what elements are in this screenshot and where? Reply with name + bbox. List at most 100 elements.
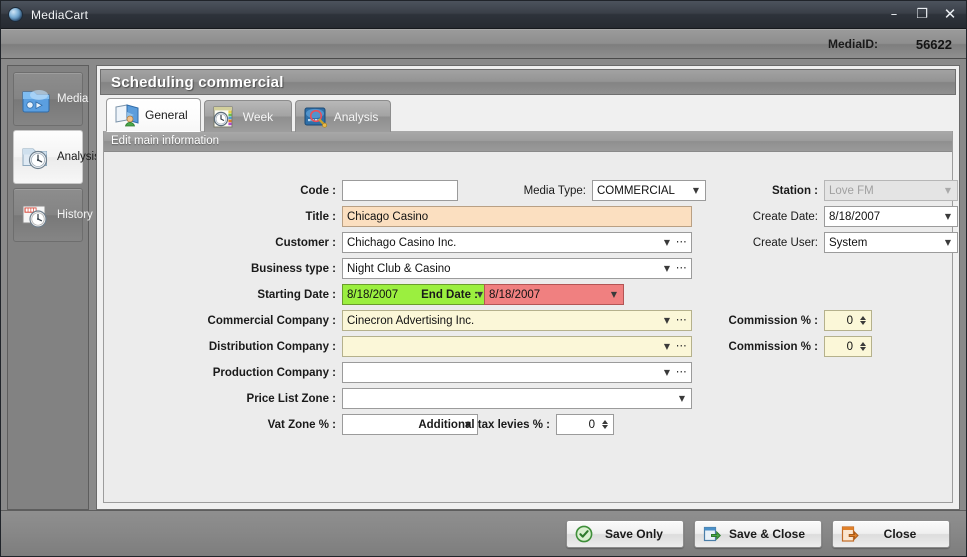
business-type-value: Night Club & Casino: [347, 262, 451, 275]
sidebar-item-label: History: [57, 209, 93, 221]
commission-2-label: Commission % :: [728, 340, 818, 353]
commission-2-spinner[interactable]: 0: [824, 336, 872, 357]
page-title-bar: Scheduling commercial: [100, 69, 956, 95]
field-distribution-company: Distribution Company : ▼ ⋯: [104, 336, 692, 357]
mediaid-label: MediaID:: [827, 37, 878, 51]
end-date-label: End Date :: [421, 288, 478, 301]
sidebar-item-label: Analysis: [57, 151, 100, 163]
commercial-company-value: Cinecron Advertising Inc.: [347, 314, 475, 327]
tab-label: Analysis: [333, 109, 379, 124]
mediaid-bar: MediaID: 56622: [1, 29, 966, 59]
create-user-combo[interactable]: System ▼: [824, 232, 958, 253]
body-area: Media Analysis History Scheduling commer…: [1, 59, 966, 510]
production-company-combo[interactable]: ▼ ⋯: [342, 362, 692, 383]
end-date-value: 8/18/2007: [489, 288, 541, 301]
commission-2-value: 0: [846, 340, 853, 353]
field-production-company: Production Company : ▼ ⋯: [104, 362, 692, 383]
vat-zone-label: Vat Zone % :: [267, 418, 336, 431]
field-price-list-zone: Price List Zone : ▼: [104, 388, 692, 409]
customer-combo[interactable]: Chichago Casino Inc. ▼ ⋯: [342, 232, 692, 253]
create-date-combo[interactable]: 8/18/2007 ▼: [824, 206, 958, 227]
customer-label: Customer :: [275, 236, 336, 249]
media-folder-icon: [19, 83, 53, 115]
field-code: Code :: [104, 180, 458, 201]
title-bar: MediaCart – ❐ ✕: [1, 1, 966, 29]
chevron-down-icon[interactable]: ▼: [675, 394, 689, 403]
globe-icon: [8, 7, 23, 22]
tab-general[interactable]: General: [106, 98, 201, 132]
field-create-user: Create User: System ▼: [646, 232, 958, 253]
distribution-company-label: Distribution Company :: [208, 340, 336, 353]
chevron-down-icon[interactable]: ▼: [941, 212, 955, 221]
business-type-browse-button[interactable]: ⋯: [674, 263, 689, 274]
field-commission-1: Commission % : 0: [624, 310, 872, 331]
chevron-down-icon[interactable]: ▼: [607, 290, 621, 299]
group-header-label: Edit main information: [111, 135, 220, 147]
field-business-type: Business type : Night Club & Casino ▼ ⋯: [104, 258, 692, 279]
window-controls: – ❐ ✕: [880, 4, 964, 26]
field-station: Station : Love FM ▼: [646, 180, 958, 201]
application-window: MediaCart – ❐ ✕ MediaID: 56622 Media Ana…: [0, 0, 967, 557]
footer-bar: Save Only Save & Close Close: [1, 510, 966, 556]
title-value: Chicago Casino: [347, 210, 429, 223]
minimize-button[interactable]: –: [880, 4, 908, 26]
media-type-label: Media Type:: [523, 184, 586, 197]
station-value: Love FM: [829, 184, 874, 197]
field-end-date: End Date : 8/18/2007 ▼: [394, 284, 624, 305]
save-only-label: Save Only: [604, 526, 663, 541]
field-commission-2: Commission % : 0: [624, 336, 872, 357]
station-label: Station :: [772, 184, 818, 197]
sidebar-item-media[interactable]: Media: [13, 72, 88, 126]
create-user-value: System: [829, 236, 868, 249]
code-input[interactable]: [342, 180, 458, 201]
analysis-clock-icon: [19, 141, 53, 173]
save-only-button[interactable]: Save Only: [565, 519, 684, 548]
create-date-value: 8/18/2007: [829, 210, 881, 223]
station-combo: Love FM ▼: [824, 180, 958, 201]
close-button[interactable]: Close: [832, 519, 950, 548]
chevron-down-icon[interactable]: ▼: [660, 264, 674, 273]
tab-analysis[interactable]: Analysis: [294, 100, 392, 132]
chevron-down-icon[interactable]: ▼: [660, 368, 674, 377]
price-list-zone-combo[interactable]: ▼: [342, 388, 692, 409]
week-calendar-icon: [212, 105, 238, 129]
commission-1-label: Commission % :: [728, 314, 818, 327]
title-input[interactable]: Chicago Casino: [342, 206, 692, 227]
sidebar-item-history[interactable]: History: [13, 188, 93, 242]
tab-label: Week: [242, 109, 274, 124]
code-label: Code :: [300, 184, 336, 197]
save-and-close-label: Save & Close: [728, 526, 805, 541]
field-additional-tax: Additional tax levies % : 0: [392, 414, 614, 435]
production-company-browse-button[interactable]: ⋯: [674, 367, 689, 378]
commission-1-value: 0: [846, 314, 853, 327]
sidebar-item-analysis[interactable]: Analysis: [13, 130, 100, 184]
create-user-label: Create User:: [752, 236, 818, 249]
save-and-close-button[interactable]: Save & Close: [693, 519, 822, 548]
additional-tax-spinner[interactable]: 0: [556, 414, 614, 435]
mediaid-value: 56622: [915, 36, 952, 52]
starting-date-label: Starting Date :: [257, 288, 336, 301]
field-title: Title : Chicago Casino: [104, 206, 692, 227]
content-panel: Scheduling commercial General Week Analy…: [96, 65, 960, 510]
close-window-button[interactable]: ✕: [936, 4, 964, 26]
maximize-button[interactable]: ❐: [908, 4, 936, 26]
page-title: Scheduling commercial: [111, 73, 284, 91]
end-date-combo[interactable]: 8/18/2007 ▼: [484, 284, 624, 305]
tab-week[interactable]: Week: [203, 100, 292, 132]
customer-value: Chichago Casino Inc.: [347, 236, 457, 249]
additional-tax-value: 0: [588, 418, 595, 431]
group-header: Edit main information: [104, 131, 952, 152]
save-close-icon: [703, 525, 721, 543]
production-company-label: Production Company :: [212, 366, 336, 379]
history-chart-icon: [19, 199, 53, 231]
commission-1-spinner[interactable]: 0: [824, 310, 872, 331]
spinner-arrows-icon[interactable]: [599, 420, 610, 429]
spinner-arrows-icon[interactable]: [857, 342, 868, 351]
field-customer: Customer : Chichago Casino Inc. ▼ ⋯: [104, 232, 692, 253]
analysis-search-icon: [303, 105, 329, 129]
business-type-combo[interactable]: Night Club & Casino ▼ ⋯: [342, 258, 692, 279]
general-profile-icon: [114, 103, 140, 127]
additional-tax-label: Additional tax levies % :: [418, 418, 550, 431]
spinner-arrows-icon[interactable]: [857, 316, 868, 325]
chevron-down-icon[interactable]: ▼: [941, 238, 955, 247]
